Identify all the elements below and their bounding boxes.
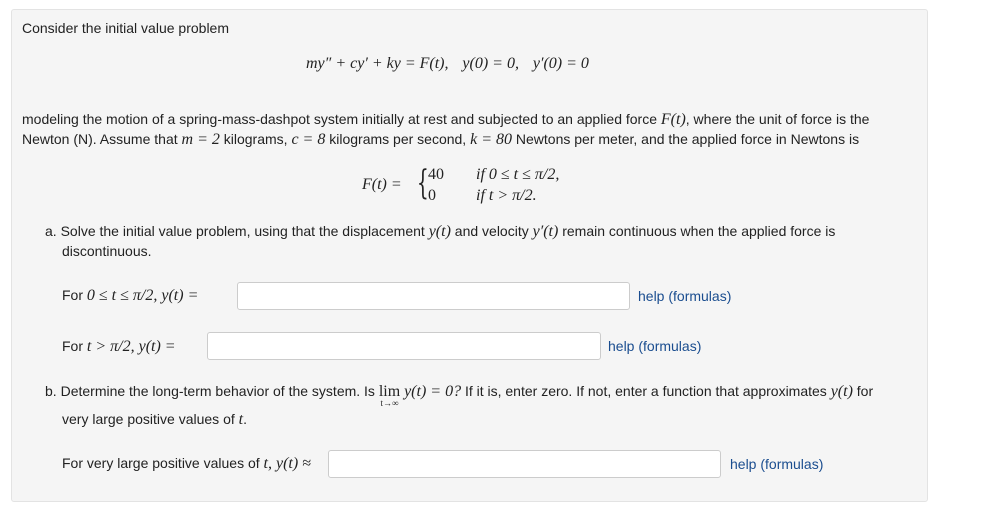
- piecewise-case-2-value: 0: [428, 187, 436, 204]
- q2-math: t > π/2, y(t) =: [86, 338, 176, 355]
- spring-constant-value: k = 80: [470, 131, 512, 148]
- ivp-ode: my″ + cy′ + ky = F(t),: [306, 55, 449, 72]
- description-line-2: Newton (N). Assume that m = 2 kilograms,…: [22, 131, 859, 149]
- description-line-1: modeling the motion of a spring-mass-das…: [22, 111, 869, 129]
- part-b-line-2: very large positive values of t.: [62, 411, 247, 428]
- part-b-text: very large positive values of: [62, 411, 239, 427]
- q3-prefix: For very large positive values of: [62, 455, 264, 471]
- description-text: kilograms,: [219, 131, 292, 147]
- q3-math: t, y(t) ≈: [263, 455, 311, 472]
- ivp-initial-condition-1: y(0) = 0,: [462, 55, 519, 72]
- limit-condition: y(t) = 0?: [404, 383, 462, 400]
- part-a-line-2: discontinuous.: [62, 243, 152, 259]
- q1-prefix: For: [62, 287, 87, 303]
- intro-text: Consider the initial value problem: [22, 20, 229, 36]
- part-b-text: If it is, enter zero. If not, enter a fu…: [461, 383, 831, 399]
- part-a-text: remain continuous when the applied force…: [558, 223, 836, 239]
- limit-expression: lim t→∞: [379, 383, 400, 408]
- description-text: Newtons per meter, and the applied force…: [512, 131, 860, 147]
- piecewise-case-2-condition: if t > π/2.: [476, 187, 537, 204]
- piecewise-case-1-value: 40: [428, 166, 444, 183]
- part-a-text: Solve the initial value problem, using t…: [60, 223, 429, 239]
- description-text: , where the unit of force is the: [685, 111, 870, 127]
- help-formulas-link-1[interactable]: help (formulas): [638, 288, 731, 304]
- velocity-symbol: y′(t): [532, 223, 559, 240]
- limit-subscript: t→∞: [380, 398, 399, 408]
- q2-prefix: For: [62, 338, 87, 354]
- ivp-equation: my″ + cy′ + ky = F(t), y(0) = 0, y′(0) =…: [306, 55, 589, 73]
- description-text: kilograms per second,: [325, 131, 471, 147]
- q3-label: For very large positive values of t, y(t…: [62, 455, 311, 473]
- part-b-text: Determine the long-term behavior of the …: [60, 383, 379, 399]
- help-formulas-link-2[interactable]: help (formulas): [608, 338, 701, 354]
- part-b-label: b.: [45, 383, 57, 399]
- part-b-text: for: [852, 383, 874, 399]
- damping-value: c = 8: [291, 131, 326, 148]
- piecewise-case-1-condition: if 0 ≤ t ≤ π/2,: [476, 166, 560, 183]
- mass-value: m = 2: [181, 131, 220, 148]
- q1-math: 0 ≤ t ≤ π/2, y(t) =: [86, 287, 199, 304]
- answer-input-interval-1[interactable]: [237, 282, 630, 310]
- displacement-symbol: y(t): [428, 223, 451, 240]
- answer-input-long-term[interactable]: [328, 450, 721, 478]
- piecewise-lhs: F(t) =: [362, 176, 402, 193]
- force-symbol: F(t): [660, 111, 686, 128]
- ivp-initial-condition-2: y′(0) = 0: [532, 55, 589, 72]
- description-text: Newton (N). Assume that: [22, 131, 182, 147]
- answer-input-interval-2[interactable]: [207, 332, 601, 360]
- q2-label: For t > π/2, y(t) =: [62, 338, 176, 356]
- help-formulas-link-3[interactable]: help (formulas): [730, 456, 823, 472]
- part-a-line-1: a. Solve the initial value problem, usin…: [45, 223, 835, 241]
- part-a-label: a.: [45, 223, 57, 239]
- q1-label: For 0 ≤ t ≤ π/2, y(t) =: [62, 287, 198, 305]
- displacement-symbol: y(t): [830, 383, 853, 400]
- description-text: modeling the motion of a spring-mass-das…: [22, 111, 661, 127]
- part-b-line-1: b. Determine the long-term behavior of t…: [45, 383, 874, 408]
- part-a-text: and velocity: [450, 223, 533, 239]
